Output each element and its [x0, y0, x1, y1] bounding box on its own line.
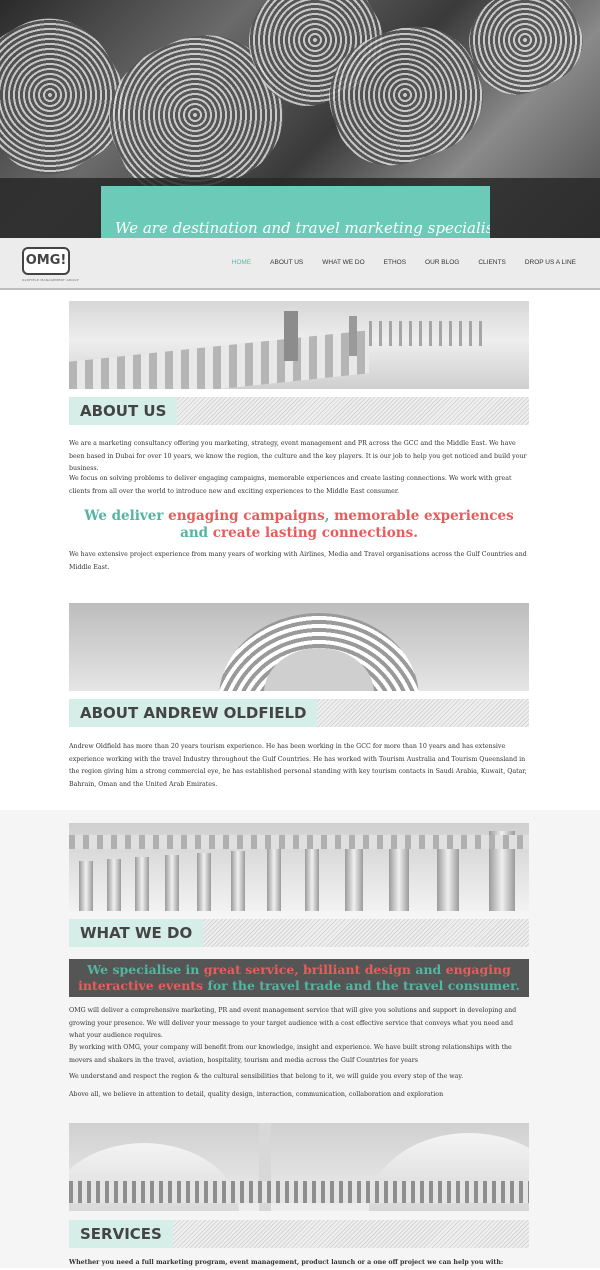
main-menu: HOME ABOUT US WHAT WE DO ETHOS OUR BLOG … — [213, 238, 576, 286]
tagline-part: We deliver — [84, 508, 169, 524]
top-navigation: OMG! OLDFIELD MANAGEMENT GROUP HOME ABOU… — [0, 238, 600, 290]
arch-image — [69, 603, 529, 691]
logo-mark: OMG! — [22, 247, 70, 275]
services-heading-bar: SERVICES — [69, 1220, 529, 1248]
nav-what-we-do[interactable]: WHAT WE DO — [322, 259, 364, 266]
about-paragraph-3: We have extensive project experience fro… — [69, 551, 527, 571]
nav-home[interactable]: HOME — [232, 259, 252, 266]
logo[interactable]: OMG! OLDFIELD MANAGEMENT GROUP — [22, 247, 79, 282]
about-title: ABOUT US — [69, 397, 178, 425]
nav-our-blog[interactable]: OUR BLOG — [425, 259, 459, 266]
callout-part: We specialise in — [87, 962, 204, 977]
callout-part: for the travel trade and the travel cons… — [207, 978, 520, 993]
whatwedo-title: WHAT WE DO — [69, 919, 204, 947]
desert-image — [69, 301, 529, 389]
whatwedo-paragraph-1: OMG will deliver a comprehensive marketi… — [69, 1007, 517, 1039]
columns-image — [69, 823, 529, 911]
hero-banner-text: We are destination and travel marketing … — [115, 219, 490, 237]
whatwedo-callout: We specialise in great service, brillian… — [69, 959, 529, 997]
andrew-paragraph: Andrew Oldfield has more than 20 years t… — [69, 743, 527, 788]
tagline-highlight: create lasting connections. — [212, 525, 418, 541]
about-paragraph-2: We focus on solving problems to deliver … — [69, 475, 512, 495]
logo-subtitle: OLDFIELD MANAGEMENT GROUP — [22, 278, 79, 282]
whatwedo-paragraph-3: We understand and respect the region & t… — [69, 1073, 464, 1080]
about-paragraph-1: We are a marketing consultancy offering … — [69, 440, 527, 472]
services-title: SERVICES — [69, 1220, 173, 1248]
tagline-highlight: memorable experiences — [334, 508, 514, 524]
callout-highlight: great service, brilliant design — [203, 962, 416, 977]
hero-banner: We are destination and travel marketing … — [101, 186, 490, 238]
hero-image: We are destination and travel marketing … — [0, 0, 600, 238]
about-tagline: We deliver engaging campaigns, memorable… — [69, 508, 529, 542]
tagline-part: and — [180, 525, 213, 541]
callout-part: and — [415, 962, 446, 977]
whatwedo-paragraph-4: Above all, we believe in attention to de… — [69, 1091, 444, 1098]
domes-image — [69, 1123, 529, 1211]
about-heading-bar: ABOUT US — [69, 397, 529, 425]
nav-about-us[interactable]: ABOUT US — [270, 259, 303, 266]
nav-drop-us-a-line[interactable]: DROP US A LINE — [525, 259, 576, 266]
andrew-heading-bar: ABOUT ANDREW OLDFIELD — [69, 699, 529, 727]
tagline-part: , — [324, 508, 335, 524]
tagline-highlight: engaging campaigns — [168, 508, 325, 524]
andrew-title: ABOUT ANDREW OLDFIELD — [69, 699, 318, 727]
nav-clients[interactable]: CLIENTS — [478, 259, 505, 266]
whatwedo-heading-bar: WHAT WE DO — [69, 919, 529, 947]
nav-ethos[interactable]: ETHOS — [384, 259, 406, 266]
whatwedo-paragraph-2: By working with OMG, your company will b… — [69, 1044, 512, 1064]
